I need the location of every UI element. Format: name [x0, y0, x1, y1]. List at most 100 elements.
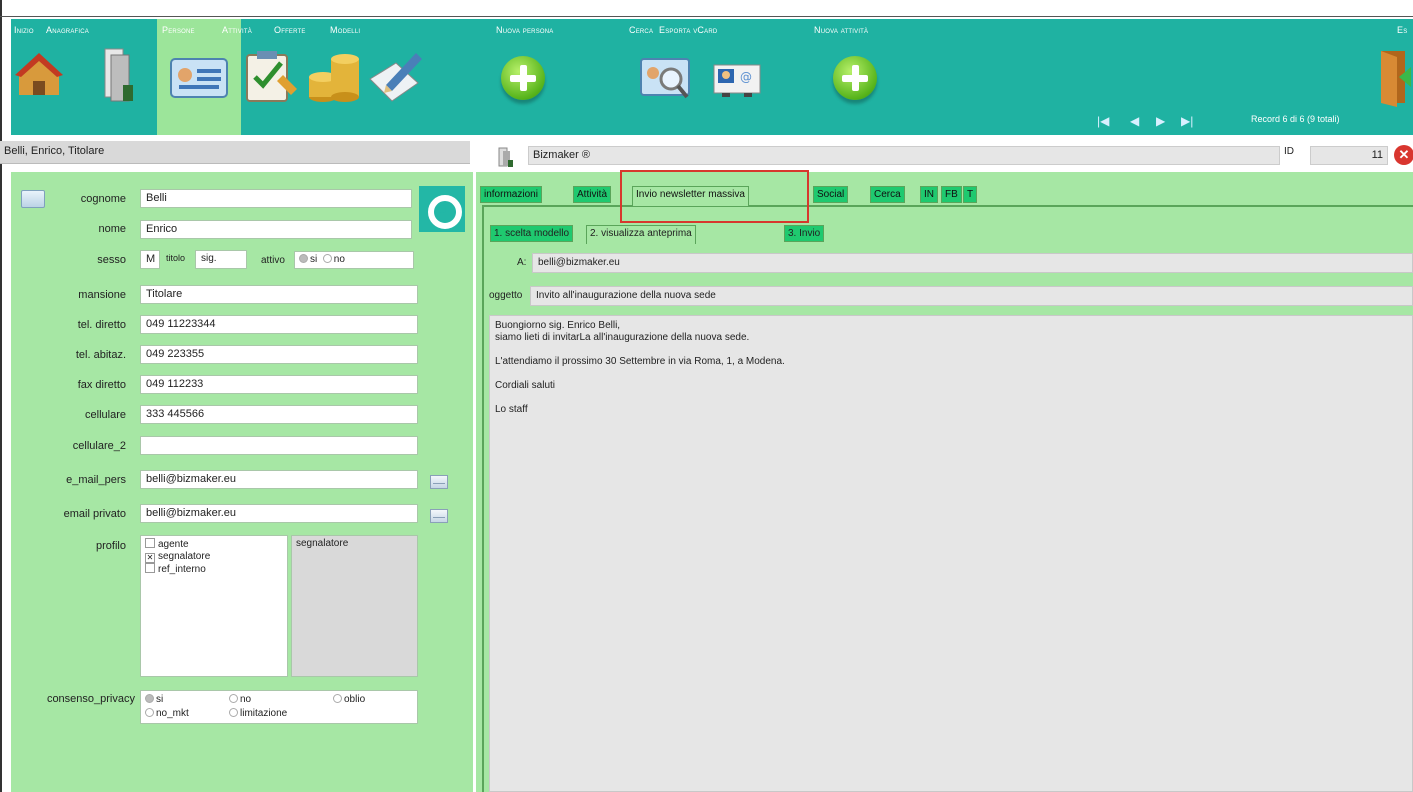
nav-prev-button[interactable]: ◀	[1130, 114, 1139, 128]
status-toggle-button[interactable]	[419, 186, 465, 232]
cellulare-2-field[interactable]	[140, 436, 418, 455]
cognome-label: cognome	[80, 193, 126, 205]
id-field: 11	[1310, 146, 1388, 165]
nav-next-button[interactable]: ▶	[1156, 114, 1165, 128]
search-card-icon[interactable]	[639, 53, 693, 101]
subtab-visualizza-anteprima[interactable]: 2. visualizza anteprima	[586, 225, 696, 244]
privacy-option-label: limitazione	[240, 708, 288, 719]
exit-door-icon[interactable]	[1377, 47, 1413, 107]
menu-esporta-vcard[interactable]: Esporta vCard	[659, 25, 717, 35]
sesso-field[interactable]: M	[140, 250, 160, 269]
privacy-radio[interactable]	[229, 708, 238, 717]
coins-icon[interactable]	[303, 49, 363, 109]
tel-diretto-label: tel. diretto	[77, 319, 126, 331]
window-border-top	[0, 16, 1413, 17]
main-toolbar: Inizio Anagrafica Persone Attività Offer…	[11, 19, 1413, 135]
tel-diretto-field[interactable]: 049 11223344	[140, 315, 418, 334]
to-field[interactable]: belli@bizmaker.eu	[532, 253, 1413, 273]
nav-first-button[interactable]: |◀	[1097, 114, 1109, 128]
home-icon[interactable]	[15, 45, 63, 101]
nome-field[interactable]: Enrico	[140, 220, 412, 239]
send-email-privato-icon[interactable]	[430, 509, 448, 523]
privacy-radio[interactable]	[229, 694, 238, 703]
menu-anagrafica[interactable]: Anagrafica	[46, 25, 89, 35]
add-person-button[interactable]	[501, 56, 545, 100]
company-building-icon[interactable]	[495, 146, 515, 168]
tab-in[interactable]: IN	[920, 186, 938, 203]
menu-offerte[interactable]: Offerte	[274, 25, 306, 35]
mansione-field[interactable]: Titolare	[140, 285, 418, 304]
profilo-option[interactable]: agente	[145, 538, 283, 551]
document-pen-icon[interactable]	[366, 49, 426, 105]
privacy-radio[interactable]	[145, 694, 154, 703]
body-line	[495, 392, 1407, 404]
attivo-si-radio[interactable]	[299, 254, 308, 263]
body-line: Lo staff	[495, 404, 528, 415]
menu-modelli[interactable]: Modelli	[330, 25, 360, 35]
profilo-option-label: agente	[158, 539, 189, 550]
attivo-radio-group: si no	[294, 251, 414, 269]
person-card-icon[interactable]	[169, 55, 229, 101]
subtab-invio[interactable]: 3. Invio	[784, 225, 825, 242]
nav-last-button[interactable]: ▶|	[1181, 114, 1193, 128]
privacy-radio-group: si no oblio no_mkt limitazione	[140, 690, 418, 724]
menu-esci[interactable]: Es	[1397, 25, 1407, 35]
profilo-option-label: ref_interno	[158, 564, 206, 575]
subject-field[interactable]: Invito all'inaugurazione della nuova sed…	[530, 286, 1413, 306]
tab-fb[interactable]: FB	[941, 186, 962, 203]
menu-nuova-persona[interactable]: Nuova persona	[496, 25, 554, 35]
menu-inizio[interactable]: Inizio	[14, 25, 34, 35]
record-title: Belli, Enrico, Titolare	[4, 145, 105, 157]
privacy-option-label: no	[240, 694, 252, 705]
email-pers-label: e_mail_pers	[66, 474, 126, 486]
menu-attivita[interactable]: Attività	[222, 25, 252, 35]
tab-attivita[interactable]: Attività	[573, 186, 612, 203]
privacy-radio[interactable]	[333, 694, 342, 703]
attivo-no-radio[interactable]	[322, 254, 332, 263]
privacy-radio[interactable]	[145, 708, 154, 717]
tab-cerca[interactable]: Cerca	[870, 186, 905, 203]
email-body[interactable]: Buongiorno sig. Enrico Belli, siamo liet…	[489, 315, 1413, 792]
clipboard-check-icon[interactable]	[241, 45, 301, 105]
highlight-annotation	[620, 170, 809, 223]
tab-t[interactable]: T	[963, 186, 978, 203]
attivo-si-label: si	[310, 254, 318, 265]
delete-record-icon[interactable]: ✕	[1394, 145, 1413, 165]
profilo-value: segnalatore	[291, 535, 418, 677]
privacy-option-label: si	[156, 694, 164, 705]
privacy-label: consenso_privacy	[46, 693, 135, 705]
tel-abitaz-field[interactable]: 049 223355	[140, 345, 418, 364]
send-email-pers-icon[interactable]	[430, 475, 448, 489]
email-pers-field[interactable]: belli@bizmaker.eu	[140, 470, 418, 489]
profilo-option[interactable]: ref_interno	[145, 563, 283, 576]
window-border	[0, 0, 2, 792]
company-field[interactable]: Bizmaker ®	[528, 146, 1280, 165]
checkbox[interactable]	[145, 563, 155, 573]
subtab-scelta-modello[interactable]: 1. scelta modello	[490, 225, 574, 242]
profilo-list: agente ✕ segnalatore ref_interno	[140, 535, 288, 677]
record-title-bar: Belli, Enrico, Titolare	[0, 141, 470, 164]
checkbox-checked[interactable]: ✕	[145, 553, 155, 563]
to-label: A:	[517, 257, 527, 268]
menu-nuova-attivita[interactable]: Nuova attività	[814, 25, 868, 35]
tab-social[interactable]: Social	[813, 186, 849, 203]
person-form: cognome Belli nome Enrico sesso M titolo…	[11, 172, 473, 792]
add-activity-button[interactable]	[833, 56, 877, 100]
titolo-field[interactable]: sig.	[195, 250, 247, 269]
body-line: L'attendiamo il prossimo 30 Settembre in…	[495, 356, 785, 367]
profilo-option[interactable]: ✕ segnalatore	[145, 551, 283, 563]
email-privato-field[interactable]: belli@bizmaker.eu	[140, 504, 418, 523]
record-counter: Record 6 di 6 (9 totali)	[1251, 114, 1340, 124]
tab-informazioni[interactable]: informazioni	[480, 186, 542, 203]
cellulare-label: cellulare	[85, 409, 126, 421]
cellulare-field[interactable]: 333 445566	[140, 405, 418, 424]
attivo-no-label: no	[333, 254, 345, 265]
body-line: Cordiali saluti	[495, 380, 556, 391]
vcard-export-icon[interactable]: @	[712, 63, 764, 97]
menu-persone[interactable]: Persone	[162, 25, 195, 35]
building-icon[interactable]	[97, 45, 137, 105]
menu-cerca[interactable]: Cerca	[629, 25, 653, 35]
checkbox[interactable]	[145, 538, 155, 548]
cognome-field[interactable]: Belli	[140, 189, 412, 208]
fax-diretto-field[interactable]: 049 112233	[140, 375, 418, 394]
